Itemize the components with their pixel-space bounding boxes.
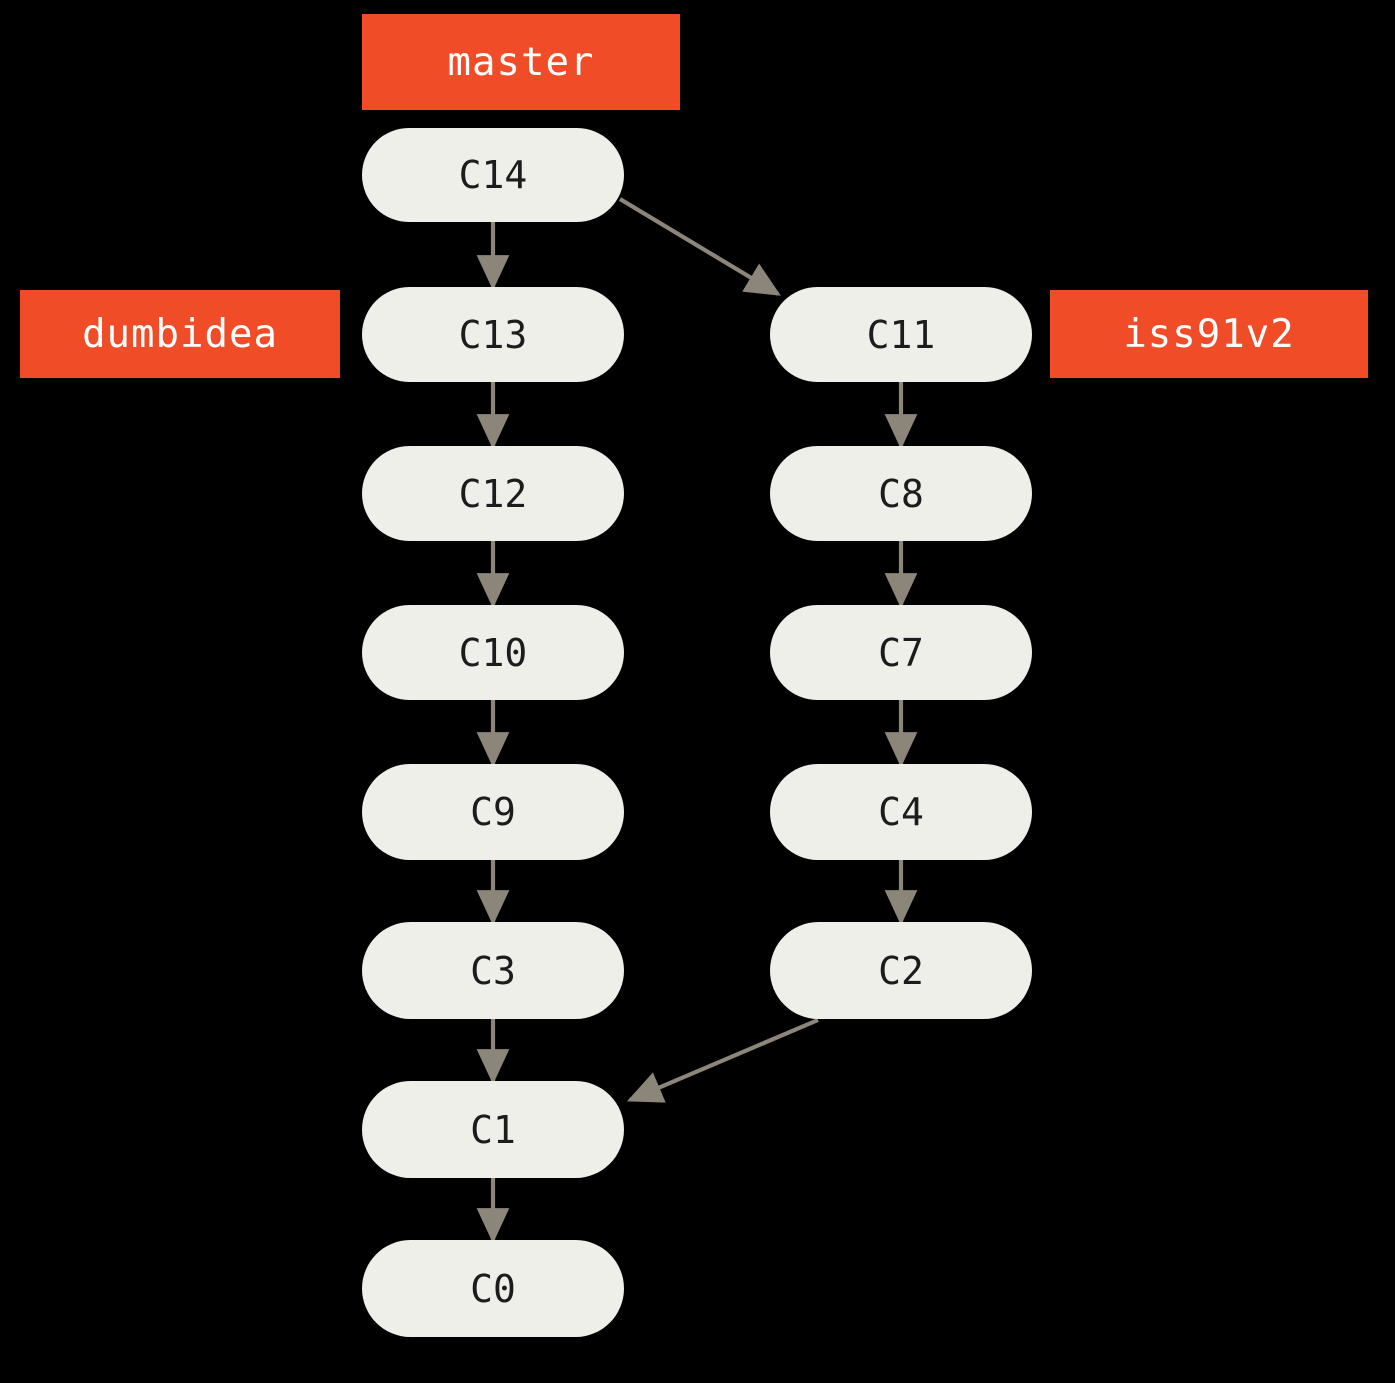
branch-label-master[interactable]: master bbox=[362, 14, 680, 110]
edge-c14-to-c11 bbox=[618, 197, 781, 296]
commit-node-c3[interactable]: C3 bbox=[362, 922, 624, 1019]
commit-node-c12[interactable]: C12 bbox=[362, 446, 624, 541]
commit-node-c10[interactable]: C10 bbox=[362, 605, 624, 700]
commit-node-c9[interactable]: C9 bbox=[362, 764, 624, 860]
commit-node-c2[interactable]: C2 bbox=[770, 922, 1032, 1019]
commit-node-c0[interactable]: C0 bbox=[362, 1240, 624, 1337]
commit-node-c4[interactable]: C4 bbox=[770, 764, 1032, 860]
git-commit-graph: master dumbidea iss91v2 C14 C13 C12 C10 C9 C3 C1… bbox=[0, 0, 1395, 1383]
branch-label-iss91v2[interactable]: iss91v2 bbox=[1050, 290, 1368, 378]
edge-c2-to-c1 bbox=[626, 1018, 819, 1103]
edge-layer bbox=[476, 197, 918, 1244]
commit-node-c7[interactable]: C7 bbox=[770, 605, 1032, 700]
commit-node-c8[interactable]: C8 bbox=[770, 446, 1032, 541]
commit-node-c11[interactable]: C11 bbox=[770, 287, 1032, 382]
commit-node-c13[interactable]: C13 bbox=[362, 287, 624, 382]
commit-node-c1[interactable]: C1 bbox=[362, 1081, 624, 1178]
branch-label-dumbidea[interactable]: dumbidea bbox=[20, 290, 340, 378]
commit-node-c14[interactable]: C14 bbox=[362, 128, 624, 222]
